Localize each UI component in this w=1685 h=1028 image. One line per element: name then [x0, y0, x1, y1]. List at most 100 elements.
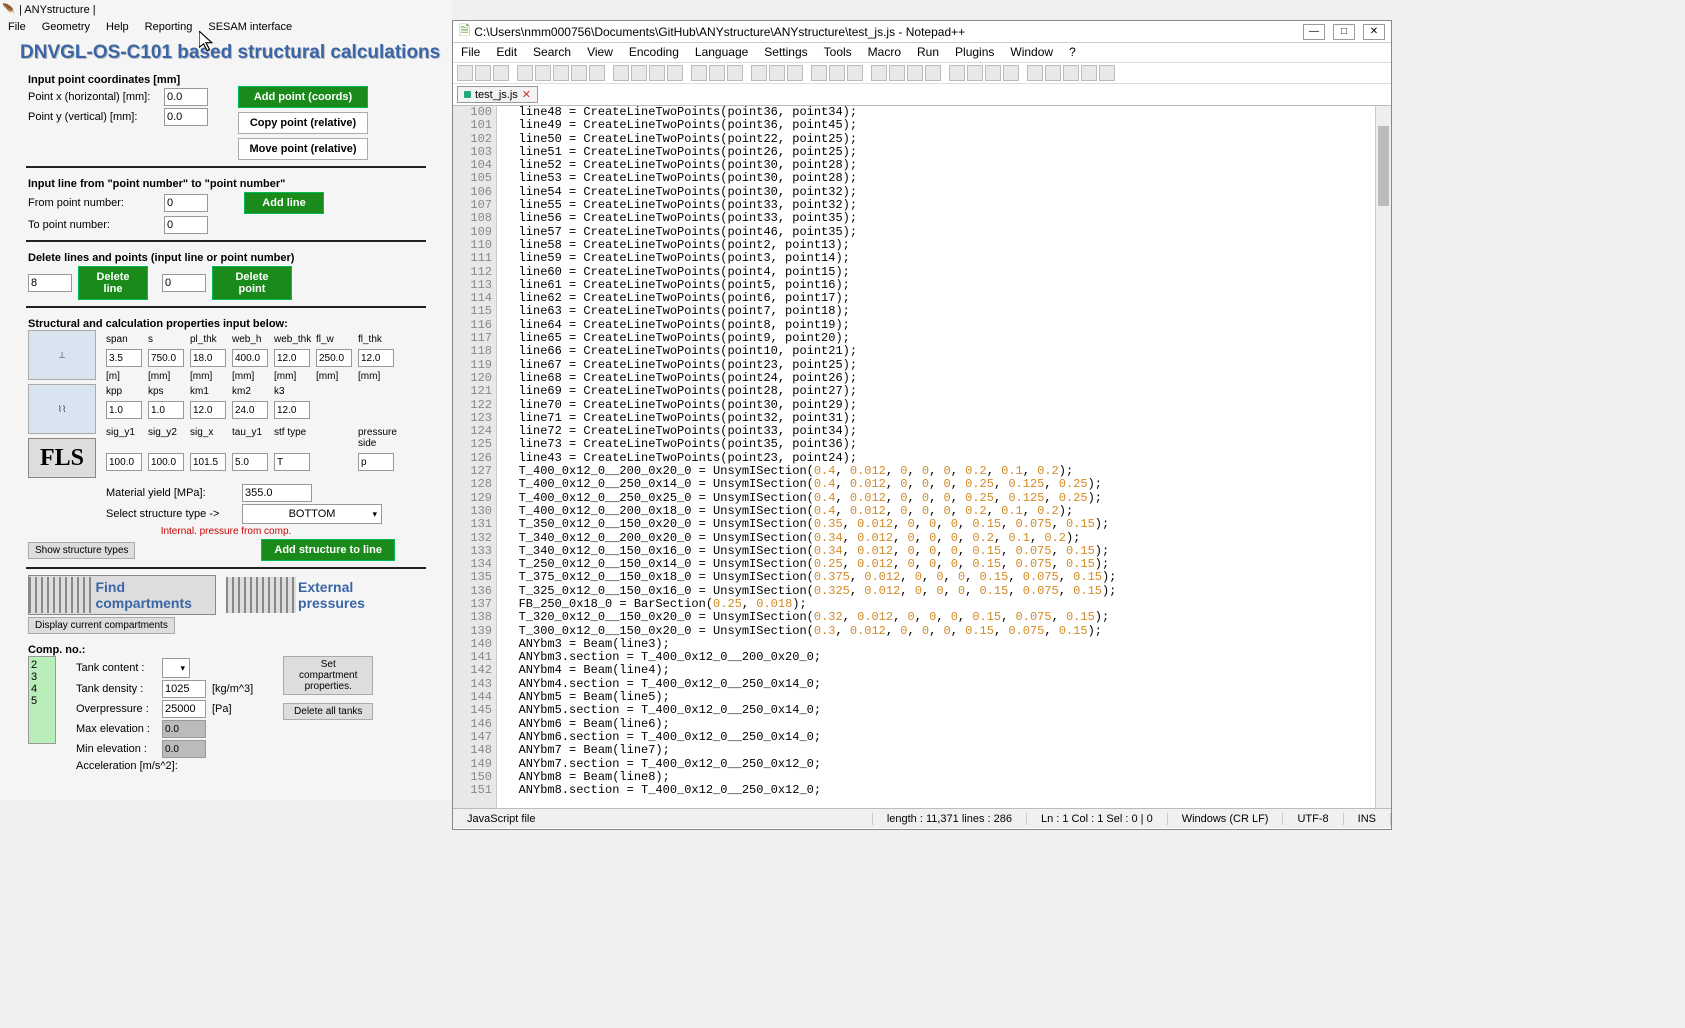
code-line[interactable]: ANYbm8 = Beam(line8); — [497, 771, 1391, 784]
find-compartments-button[interactable]: Find compartments — [28, 575, 216, 615]
toolbar-icon[interactable] — [925, 65, 941, 81]
prop-input[interactable] — [358, 349, 394, 367]
toolbar-icon[interactable] — [1045, 65, 1061, 81]
list-item[interactable]: 3 — [31, 671, 53, 683]
prop-input[interactable] — [232, 453, 268, 471]
toolbar-icon[interactable] — [949, 65, 965, 81]
add-structure-button[interactable]: Add structure to line — [261, 539, 395, 561]
code-line[interactable]: line52 = CreateLineTwoPoints(point30, po… — [497, 159, 1391, 172]
code-line[interactable]: T_400_0x12_0__200_0x18_0 = UnsymISection… — [497, 505, 1391, 518]
code-line[interactable]: line64 = CreateLineTwoPoints(point8, poi… — [497, 319, 1391, 332]
prop-input[interactable] — [106, 349, 142, 367]
code-line[interactable]: ANYbm7.section = T_400_0x12_0__250_0x12_… — [497, 758, 1391, 771]
toolbar-icon[interactable] — [727, 65, 743, 81]
external-pressures-button[interactable]: External pressures — [226, 575, 424, 615]
code-line[interactable]: FB_250_0x18_0 = BarSection(0.25, 0.018); — [497, 598, 1391, 611]
input-delete-point[interactable] — [162, 274, 206, 292]
delete-point-button[interactable]: Delete point — [212, 266, 292, 300]
npp-menu-language[interactable]: Language — [687, 43, 756, 62]
code-line[interactable]: T_350_0x12_0__150_0x20_0 = UnsymISection… — [497, 518, 1391, 531]
toolbar-icon[interactable] — [871, 65, 887, 81]
code-line[interactable]: T_340_0x12_0__200_0x20_0 = UnsymISection… — [497, 532, 1391, 545]
toolbar-icon[interactable] — [985, 65, 1001, 81]
list-item[interactable]: 2 — [31, 659, 53, 671]
code-line[interactable]: ANYbm5 = Beam(line5); — [497, 691, 1391, 704]
move-point-button[interactable]: Move point (relative) — [238, 138, 368, 160]
code-line[interactable]: line51 = CreateLineTwoPoints(point26, po… — [497, 146, 1391, 159]
code-line[interactable]: line71 = CreateLineTwoPoints(point32, po… — [497, 412, 1391, 425]
npp-menu-file[interactable]: File — [453, 43, 488, 62]
code-line[interactable]: line62 = CreateLineTwoPoints(point6, poi… — [497, 292, 1391, 305]
code-line[interactable]: line55 = CreateLineTwoPoints(point33, po… — [497, 199, 1391, 212]
prop-input[interactable] — [274, 401, 310, 419]
code-line[interactable]: line66 = CreateLineTwoPoints(point10, po… — [497, 345, 1391, 358]
toolbar-icon[interactable] — [1099, 65, 1115, 81]
prop-input[interactable] — [190, 401, 226, 419]
minimize-button[interactable]: — — [1303, 24, 1325, 40]
code-line[interactable]: T_325_0x12_0__150_0x16_0 = UnsymISection… — [497, 585, 1391, 598]
prop-input[interactable] — [274, 453, 310, 471]
prop-input[interactable] — [232, 349, 268, 367]
npp-menu-encoding[interactable]: Encoding — [621, 43, 687, 62]
code-line[interactable]: T_400_0x12_0__250_0x14_0 = UnsymISection… — [497, 478, 1391, 491]
code-line[interactable]: ANYbm6 = Beam(line6); — [497, 718, 1391, 731]
code-line[interactable]: T_400_0x12_0__200_0x20_0 = UnsymISection… — [497, 465, 1391, 478]
code-line[interactable]: line67 = CreateLineTwoPoints(point23, po… — [497, 359, 1391, 372]
prop-input[interactable] — [148, 401, 184, 419]
tank-content-dropdown[interactable] — [162, 658, 190, 678]
add-line-button[interactable]: Add line — [244, 192, 324, 214]
list-item[interactable]: 5 — [31, 695, 53, 707]
input-point-y[interactable] — [164, 108, 208, 126]
input-overpressure[interactable] — [162, 700, 206, 718]
code-line[interactable]: ANYbm5.section = T_400_0x12_0__250_0x14_… — [497, 704, 1391, 717]
code-line[interactable]: line58 = CreateLineTwoPoints(point2, poi… — [497, 239, 1391, 252]
prop-input[interactable] — [190, 349, 226, 367]
scrollbar-thumb[interactable] — [1378, 126, 1389, 206]
display-compartments-button[interactable]: Display current compartments — [28, 617, 175, 634]
menu-sesam-interface[interactable]: SESAM interface — [200, 20, 300, 38]
prop-input[interactable] — [316, 349, 352, 367]
menu-file[interactable]: File — [0, 20, 34, 38]
code-line[interactable]: line50 = CreateLineTwoPoints(point22, po… — [497, 133, 1391, 146]
code-line[interactable]: ANYbm6.section = T_400_0x12_0__250_0x14_… — [497, 731, 1391, 744]
code-line[interactable]: ANYbm4 = Beam(line4); — [497, 664, 1391, 677]
toolbar-icon[interactable] — [457, 65, 473, 81]
code-line[interactable]: ANYbm4.section = T_400_0x12_0__250_0x14_… — [497, 678, 1391, 691]
code-content[interactable]: line48 = CreateLineTwoPoints(point36, po… — [497, 106, 1391, 808]
menu-reporting[interactable]: Reporting — [137, 20, 201, 38]
prop-input[interactable] — [106, 401, 142, 419]
toolbar-icon[interactable] — [667, 65, 683, 81]
toolbar-icon[interactable] — [1027, 65, 1043, 81]
menu-geometry[interactable]: Geometry — [34, 20, 98, 38]
toolbar-icon[interactable] — [535, 65, 551, 81]
npp-menu-view[interactable]: View — [579, 43, 621, 62]
tab-close-icon[interactable]: ✕ — [522, 88, 531, 101]
show-structure-types-button[interactable]: Show structure types — [28, 542, 135, 559]
code-line[interactable]: T_375_0x12_0__150_0x18_0 = UnsymISection… — [497, 571, 1391, 584]
toolbar-icon[interactable] — [967, 65, 983, 81]
delete-line-button[interactable]: Delete line — [78, 266, 148, 300]
toolbar-icon[interactable] — [1063, 65, 1079, 81]
toolbar-icon[interactable] — [847, 65, 863, 81]
code-line[interactable]: line59 = CreateLineTwoPoints(point3, poi… — [497, 252, 1391, 265]
npp-menu-run[interactable]: Run — [909, 43, 947, 62]
code-line[interactable]: ANYbm3.section = T_400_0x12_0__200_0x20_… — [497, 651, 1391, 664]
code-editor[interactable]: 1001011021031041051061071081091101111121… — [453, 106, 1391, 808]
code-line[interactable]: T_250_0x12_0__150_0x14_0 = UnsymISection… — [497, 558, 1391, 571]
code-line[interactable]: line57 = CreateLineTwoPoints(point46, po… — [497, 226, 1391, 239]
toolbar-icon[interactable] — [649, 65, 665, 81]
npp-menu-window[interactable]: Window — [1002, 43, 1061, 62]
input-to-pt[interactable] — [164, 216, 208, 234]
copy-point-button[interactable]: Copy point (relative) — [238, 112, 368, 134]
menu-help[interactable]: Help — [98, 20, 137, 38]
prop-input[interactable] — [148, 349, 184, 367]
toolbar-icon[interactable] — [811, 65, 827, 81]
npp-menu-tools[interactable]: Tools — [816, 43, 860, 62]
toolbar-icon[interactable] — [631, 65, 647, 81]
toolbar-icon[interactable] — [571, 65, 587, 81]
toolbar-icon[interactable] — [889, 65, 905, 81]
input-point-x[interactable] — [164, 88, 208, 106]
code-line[interactable]: line48 = CreateLineTwoPoints(point36, po… — [497, 106, 1391, 119]
code-line[interactable]: line68 = CreateLineTwoPoints(point24, po… — [497, 372, 1391, 385]
npp-menu-plugins[interactable]: Plugins — [947, 43, 1002, 62]
